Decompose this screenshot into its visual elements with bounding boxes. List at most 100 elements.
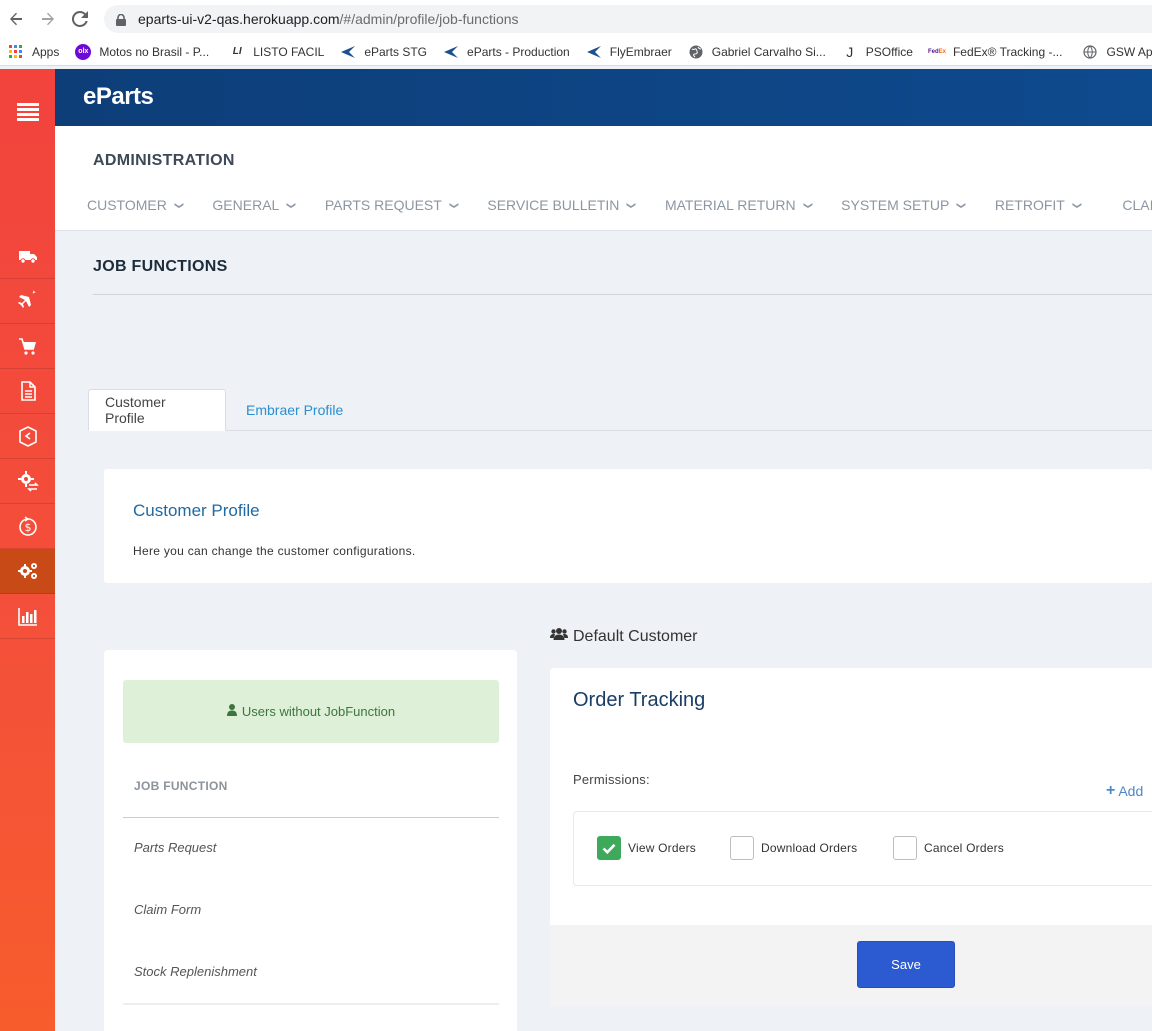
listo-icon: LI	[232, 46, 242, 57]
truck-icon[interactable]	[0, 234, 55, 279]
divider	[123, 1003, 499, 1005]
permission-label: View Orders	[628, 841, 697, 855]
forward-arrow-icon[interactable]	[32, 0, 64, 38]
heading-label: Default Customer	[573, 627, 698, 645]
return-box-icon[interactable]	[0, 414, 55, 459]
tab-embraer-profile[interactable]: Embraer Profile	[230, 389, 359, 431]
menu-label: SERVICE BULLETIN	[487, 197, 620, 213]
admin-menu: CUSTOMER ❯ GENERAL ❯ PARTS REQUEST ❯ SERVIC…	[87, 197, 1152, 213]
order-tracking-card: Order Tracking Permissions: + Add View O…	[550, 668, 1152, 1006]
tab-customer-profile[interactable]: Customer Profile	[88, 389, 226, 431]
add-permission-button[interactable]: + Add	[1106, 782, 1143, 800]
gear-swap-icon[interactable]	[0, 459, 55, 504]
bookmark-label: GSW Applic	[1106, 44, 1152, 59]
bookmark-label: eParts STG	[364, 44, 428, 59]
checkbox[interactable]	[893, 836, 917, 860]
chevron-down-icon: ❯	[802, 201, 813, 209]
reload-icon[interactable]	[64, 0, 96, 38]
list-item[interactable]: Stock Replenishment	[134, 964, 257, 979]
browser-toolbar: eparts-ui-v2-qas.herokuapp.com/#/admin/p…	[0, 0, 1152, 38]
checkbox[interactable]	[730, 836, 754, 860]
chevron-down-icon: ❯	[956, 201, 967, 209]
menu-parts-request[interactable]: PARTS REQUEST ❯	[324, 197, 460, 213]
profile-tabs: Customer Profile Embraer Profile	[88, 389, 1152, 431]
menu-general[interactable]: GENERAL ❯	[212, 197, 297, 213]
job-function-list-panel: Users without JobFunction JOB FUNCTION P…	[104, 650, 517, 1031]
alert-label: Users without JobFunction	[241, 704, 396, 719]
card-description: Here you can change the customer configu…	[133, 544, 416, 558]
document-icon[interactable]	[0, 369, 55, 414]
menu-system-setup[interactable]: SYSTEM SETUP ❯	[841, 197, 967, 213]
permission-label: Download Orders	[761, 841, 858, 855]
bookmark-eparts-production[interactable]: eParts - Production	[443, 44, 570, 60]
permissions-box: View Orders Download Orders Cancel Order…	[573, 811, 1152, 886]
card-title: Customer Profile	[133, 501, 260, 520]
menu-service-bulletin[interactable]: SERVICE BULLETIN ❯	[487, 197, 637, 213]
add-label: Add	[1118, 783, 1144, 799]
apps-grid-icon	[8, 44, 24, 60]
menu-label: CUSTOMER	[87, 197, 167, 213]
url-path: /#/admin/profile/job-functions	[339, 11, 519, 27]
admin-header: ADMINISTRATION CUSTOMER ❯ GENERAL ❯ PARTS …	[55, 126, 1152, 231]
menu-label: CLAIM	[1122, 197, 1152, 213]
address-bar[interactable]: eparts-ui-v2-qas.herokuapp.com/#/admin/p…	[104, 5, 1152, 33]
airplane-icon[interactable]	[0, 279, 55, 324]
checkbox-checked[interactable]	[597, 836, 621, 860]
chevron-down-icon: ❯	[626, 201, 637, 209]
menu-label: SYSTEM SETUP	[841, 197, 950, 213]
menu-label: RETROFIT	[994, 197, 1065, 213]
menu-material-return[interactable]: MATERIAL RETURN ❯	[664, 197, 813, 213]
page-title: JOB FUNCTIONS	[93, 258, 228, 275]
default-customer-heading: Default Customer	[550, 627, 698, 646]
globe-icon	[1082, 44, 1098, 60]
cart-icon[interactable]	[0, 324, 55, 369]
menu-claim[interactable]: CLAIM	[1122, 197, 1152, 213]
bookmark-label: Apps	[32, 44, 60, 59]
permission-view-orders[interactable]: View Orders	[597, 836, 696, 860]
hamburger-menu-icon[interactable]	[0, 69, 55, 155]
svg-text:$: $	[24, 521, 31, 534]
fedex-icon: Fed Ex	[927, 48, 946, 55]
save-button[interactable]: Save	[857, 941, 955, 988]
bookmark-apps[interactable]: Apps	[8, 44, 59, 60]
menu-label: PARTS REQUEST	[324, 197, 442, 213]
menu-label: MATERIAL RETURN	[664, 197, 796, 213]
back-arrow-icon[interactable]	[0, 0, 32, 38]
gears-settings-icon[interactable]	[0, 549, 55, 594]
bookmark-listo-facil[interactable]: LI LISTO FACIL	[229, 44, 325, 60]
divider	[123, 817, 499, 818]
admin-title: ADMINISTRATION	[93, 152, 235, 169]
bar-chart-icon[interactable]	[0, 594, 55, 639]
plus-icon: +	[1106, 782, 1116, 799]
menu-retrofit[interactable]: RETROFIT ❯	[994, 197, 1082, 213]
eparts-logo[interactable]: eParts	[83, 83, 154, 111]
dollar-refresh-icon[interactable]: $	[0, 504, 55, 549]
permission-cancel-orders[interactable]: Cancel Orders	[893, 836, 1004, 860]
bookmark-olx[interactable]: olx Motos no Brasil - P...	[75, 43, 210, 60]
chevron-down-icon: ❯	[449, 201, 460, 209]
chevron-down-icon: ❯	[286, 201, 297, 209]
bookmark-label: Motos no Brasil - P...	[99, 44, 210, 59]
bookmark-gsw[interactable]: GSW Applic	[1082, 44, 1152, 60]
menu-customer[interactable]: CUSTOMER ❯	[87, 197, 185, 213]
bookmark-label: PSOffice	[865, 44, 913, 59]
bookmark-label: FedEx® Tracking -...	[952, 44, 1063, 59]
bookmark-gabriel[interactable]: Gabriel Carvalho Si...	[688, 44, 826, 60]
permission-download-orders[interactable]: Download Orders	[730, 836, 857, 860]
embraer-icon	[443, 44, 459, 60]
bookmark-psoffice[interactable]: J PSOffice	[842, 44, 913, 60]
globe-icon	[688, 44, 704, 60]
bookmark-eparts-stg[interactable]: eParts STG	[340, 44, 427, 60]
bookmark-flyembraer[interactable]: FlyEmbraer	[586, 44, 672, 60]
users-group-icon	[550, 627, 573, 646]
chevron-down-icon: ❯	[174, 201, 185, 209]
bookmark-label: LISTO FACIL	[253, 44, 325, 59]
list-item[interactable]: Parts Request	[134, 840, 216, 855]
bookmark-label: FlyEmbraer	[609, 44, 672, 59]
lock-icon	[116, 13, 126, 26]
bookmark-label: eParts - Production	[467, 44, 570, 59]
bookmark-fedex[interactable]: Fed Ex FedEx® Tracking -...	[927, 44, 1063, 60]
users-without-jobfunction-alert[interactable]: Users without JobFunction	[123, 680, 499, 743]
list-item[interactable]: Claim Form	[134, 902, 201, 917]
bookmark-label: Gabriel Carvalho Si...	[711, 44, 826, 59]
